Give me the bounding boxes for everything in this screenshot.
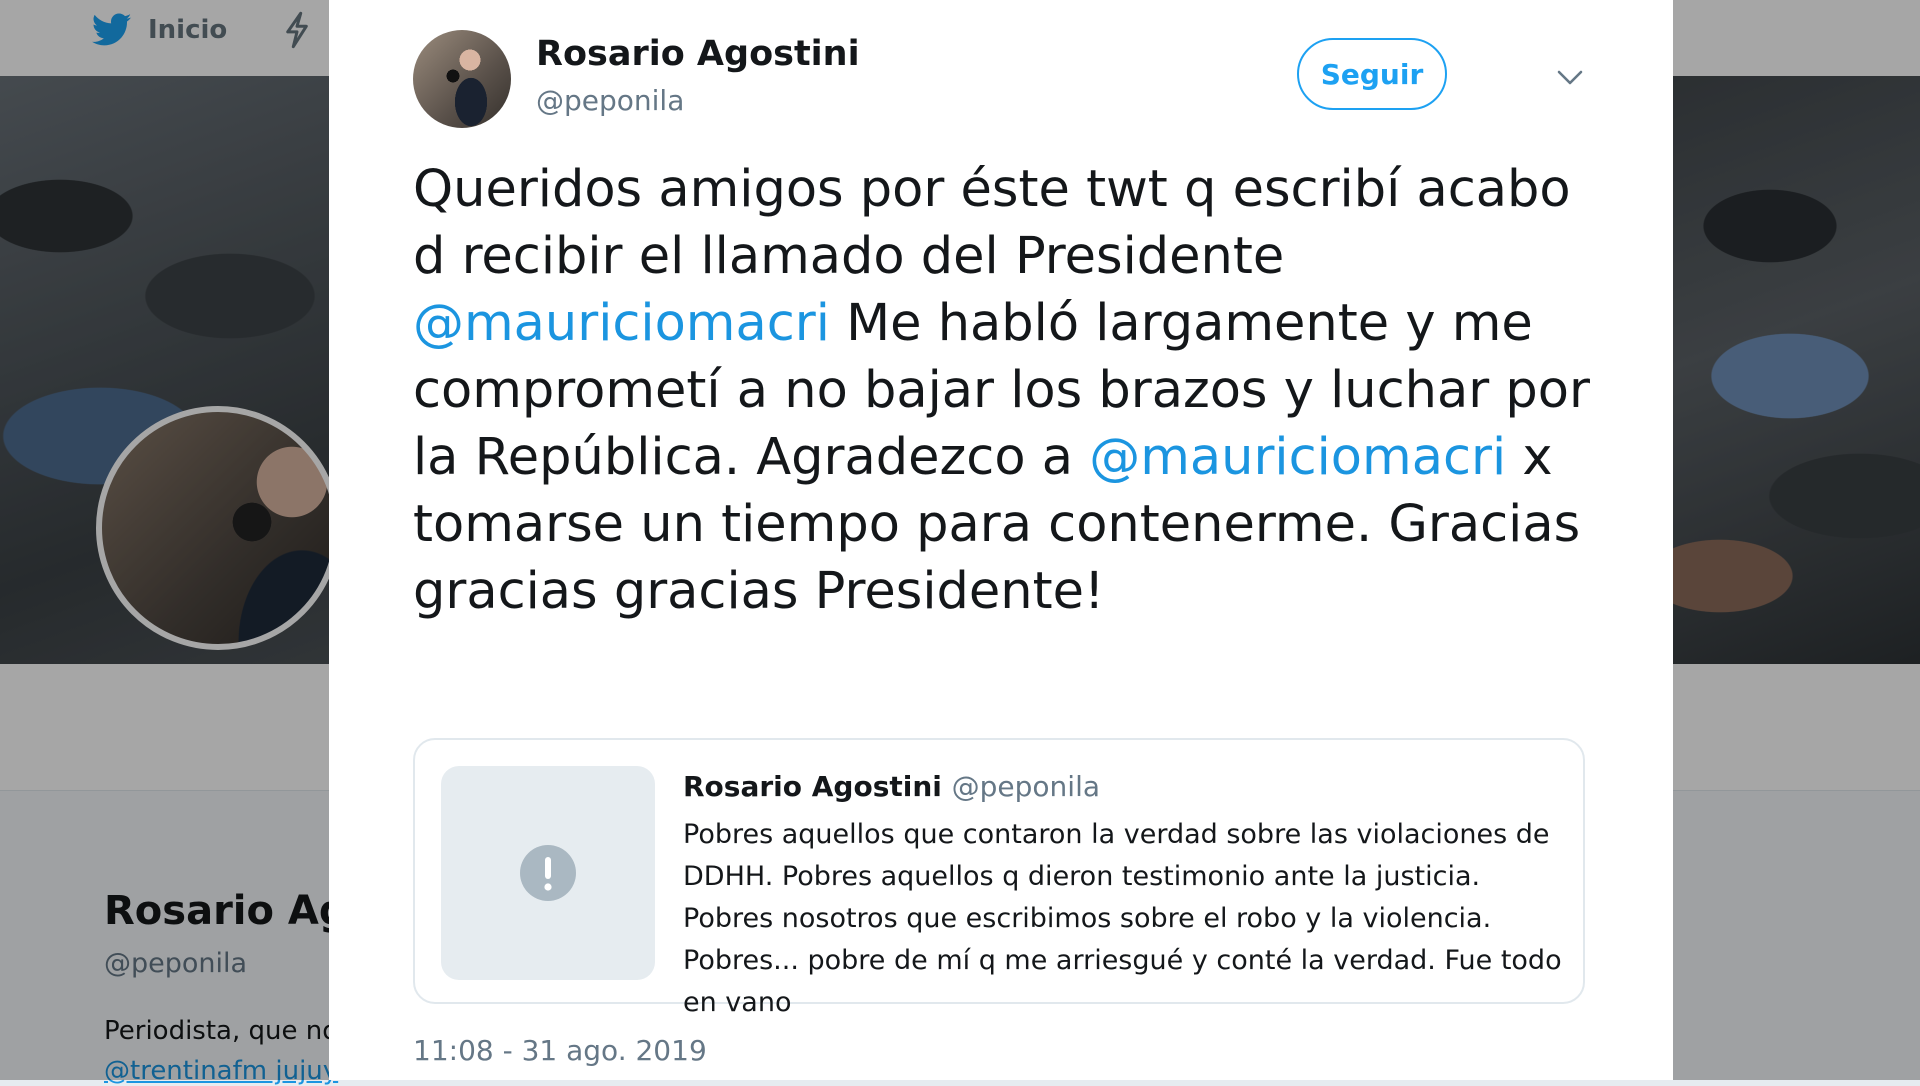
quoted-media-placeholder [441, 766, 655, 980]
author-name[interactable]: Rosario Agostini [536, 34, 860, 74]
tweet-modal: Rosario Agostini @peponila Seguir Querid… [329, 0, 1673, 1080]
quoted-author: Rosario Agostini @peponila [683, 770, 1100, 803]
quoted-tweet[interactable]: Rosario Agostini @peponila Pobres aquell… [413, 738, 1585, 1018]
author-handle[interactable]: @peponila [536, 84, 684, 117]
mention-link[interactable]: @mauriciomacri [413, 294, 830, 353]
tweet-text-part: Queridos amigos por éste twt q escribí a… [413, 160, 1571, 286]
quoted-author-name: Rosario Agostini [683, 770, 942, 803]
tweet-timestamp[interactable]: 11:08 - 31 ago. 2019 [413, 1034, 707, 1067]
quoted-author-handle: @peponila [951, 770, 1101, 803]
avatar[interactable] [413, 30, 511, 128]
tweet-text: Queridos amigos por éste twt q escribí a… [413, 156, 1613, 625]
follow-button[interactable]: Seguir [1297, 38, 1447, 110]
chevron-down-icon[interactable] [1553, 64, 1587, 90]
alert-icon [520, 845, 576, 901]
quoted-text: Pobres aquellos que contaron la verdad s… [683, 819, 1562, 1018]
mention-link[interactable]: @mauriciomacri [1089, 428, 1506, 487]
